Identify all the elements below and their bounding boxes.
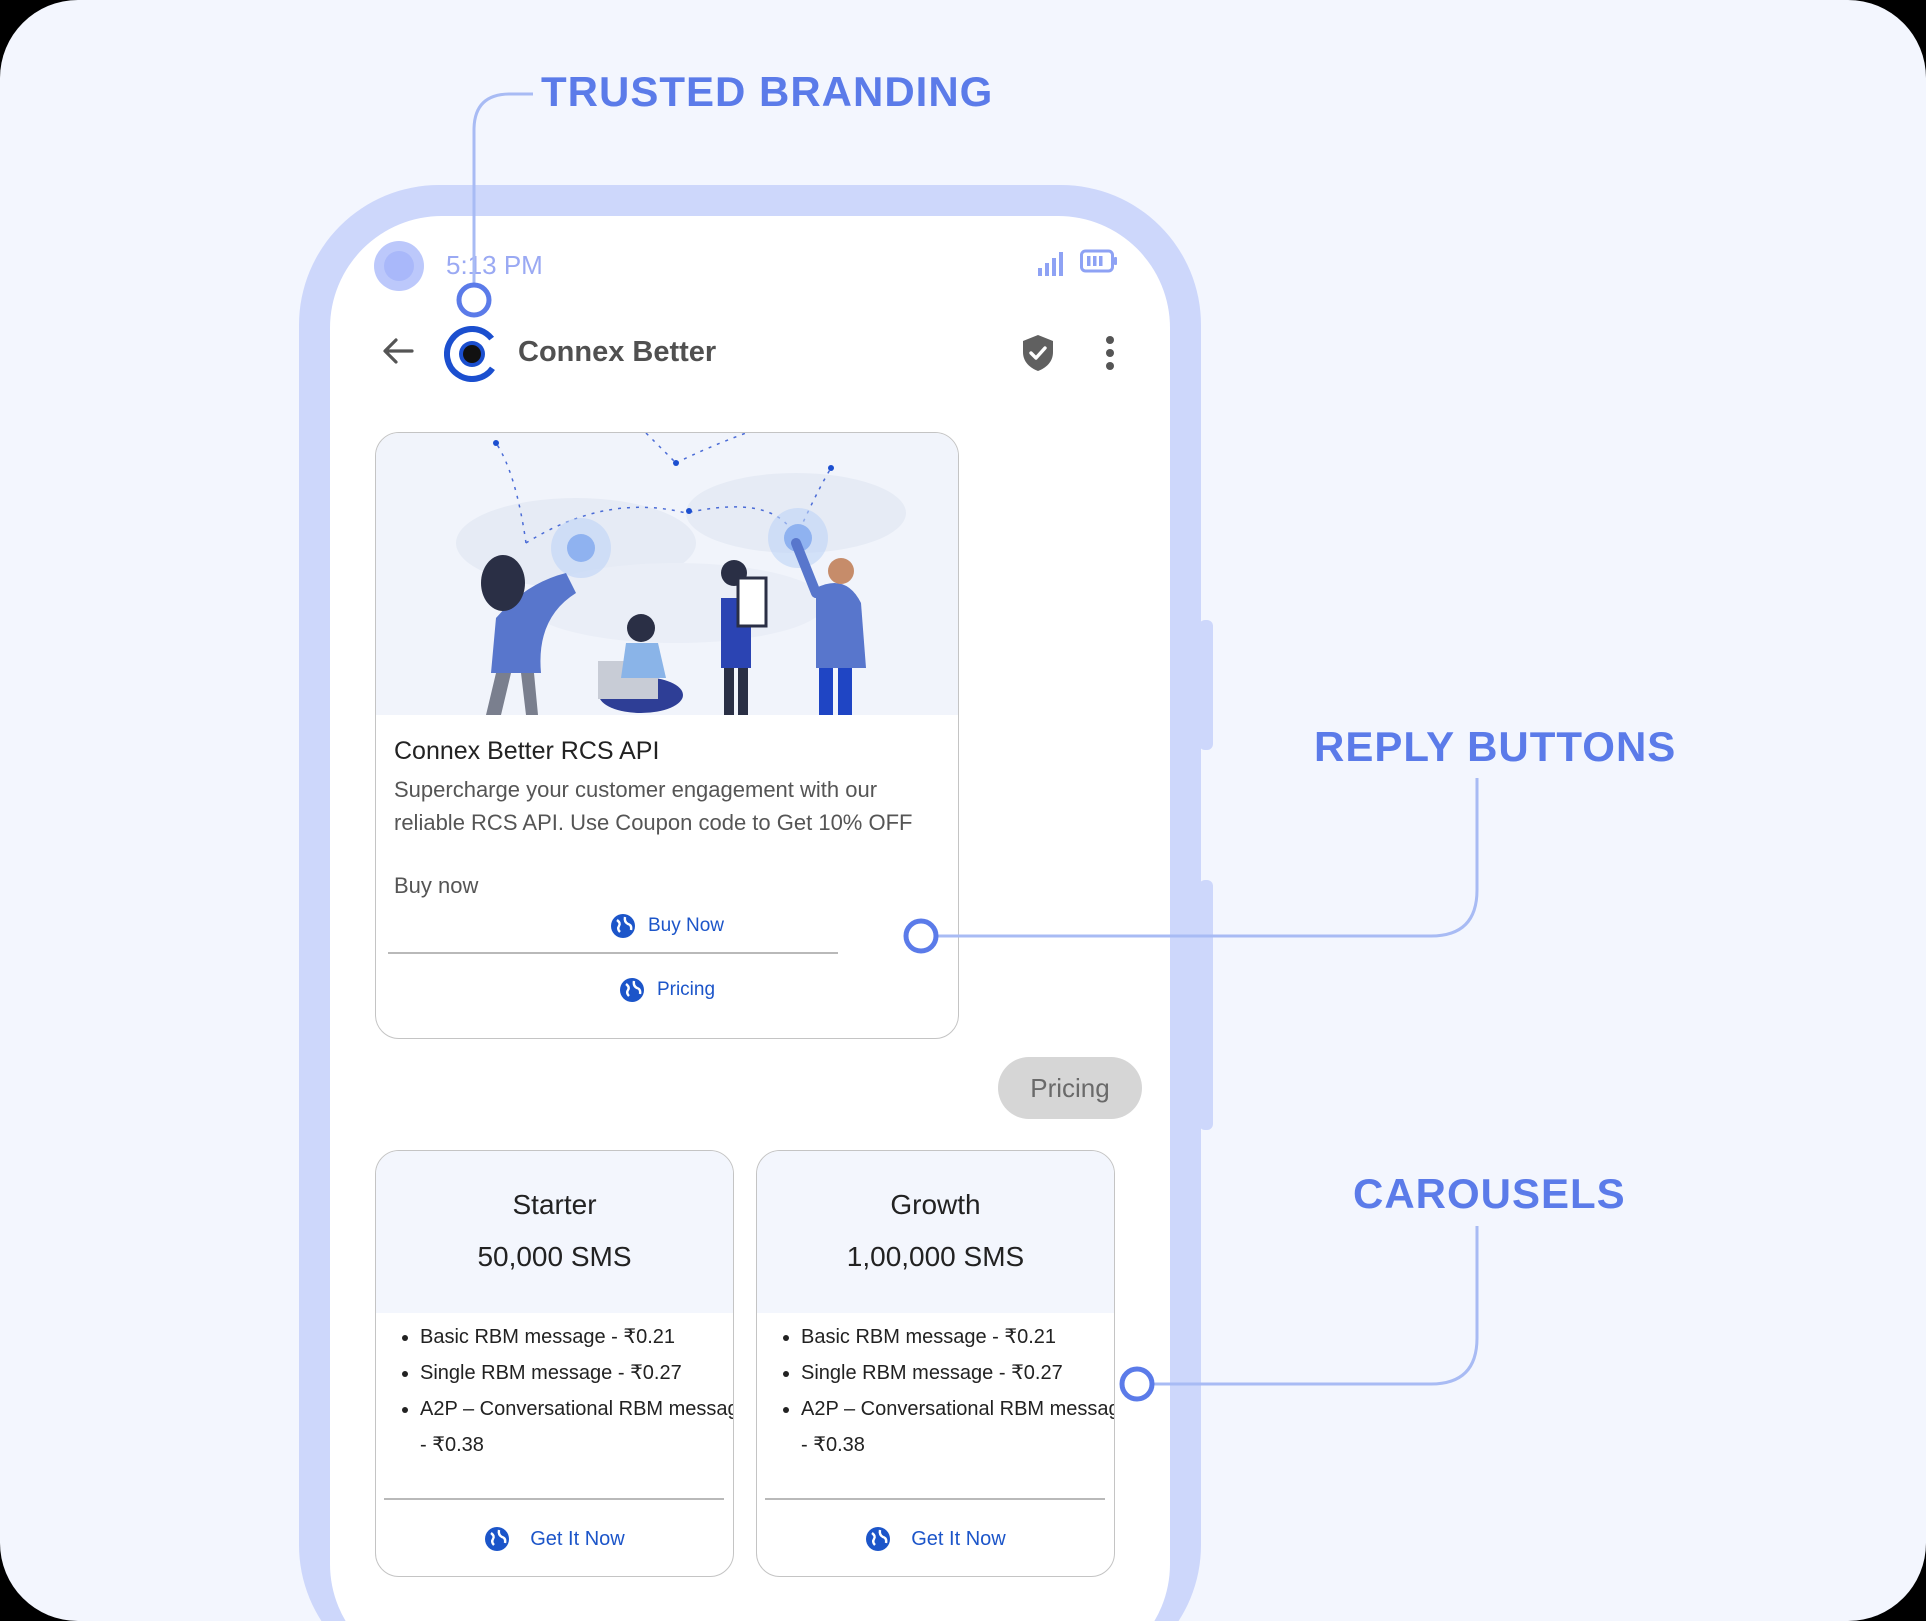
- carousel-card-starter: Starter 50,000 SMS Basic RBM message - ₹…: [375, 1150, 734, 1577]
- callout-carousels: CAROUSELS: [1353, 1170, 1626, 1217]
- phone-side-button: [1199, 620, 1213, 750]
- plan-divider: [765, 1498, 1105, 1500]
- status-time: 5:13 PM: [446, 250, 543, 280]
- rich-card-illustration: [376, 433, 958, 715]
- more-options-icon[interactable]: [1100, 332, 1120, 374]
- verified-shield-icon[interactable]: [1018, 332, 1058, 374]
- rich-card-subtext: Buy now: [394, 873, 479, 898]
- buy-now-button[interactable]: Buy Now: [376, 906, 958, 946]
- plan-feature: Basic RBM message - ₹0.21: [801, 1319, 1114, 1355]
- back-arrow-icon[interactable]: [378, 331, 418, 371]
- phone-volume-button: [1199, 880, 1213, 1130]
- plan-header: [376, 1151, 733, 1313]
- rich-card-divider: [388, 952, 838, 954]
- plan-header: [757, 1151, 1114, 1313]
- callout-trusted-branding: TRUSTED BRANDING: [541, 68, 994, 115]
- plan-quantity: 1,00,000 SMS: [846, 1241, 1025, 1272]
- buy-now-label: Buy Now: [647, 915, 725, 936]
- pricing-button[interactable]: Pricing: [376, 970, 958, 1010]
- pricing-label: Pricing: [656, 979, 716, 1000]
- rich-card-description: Supercharge your customer engagement wit…: [394, 777, 913, 835]
- globe-icon: [485, 1527, 510, 1551]
- globe-icon: [619, 978, 644, 1002]
- rich-card: Connex Better RCS API Supercharge your c…: [375, 432, 959, 1039]
- rich-card-title: Connex Better RCS API: [394, 737, 660, 765]
- get-it-now-button[interactable]: Get It Now: [376, 1519, 733, 1559]
- plan-feature: A2P – Conversational RBM message - ₹0.38: [801, 1391, 1114, 1463]
- plan-quantity: 50,000 SMS: [477, 1241, 632, 1272]
- brand-name: Connex Better: [518, 336, 717, 368]
- signal-icon: [1036, 248, 1066, 278]
- plan-feature-list: Basic RBM message - ₹0.21 Single RBM mes…: [386, 1319, 733, 1463]
- plan-feature: Single RBM message - ₹0.27: [801, 1355, 1114, 1391]
- plan-divider: [384, 1498, 724, 1500]
- brand-logo: [444, 326, 500, 382]
- plan-feature-list: Basic RBM message - ₹0.21 Single RBM mes…: [767, 1319, 1114, 1463]
- get-it-now-label: Get It Now: [911, 1527, 1006, 1550]
- plan-feature: Basic RBM message - ₹0.21: [420, 1319, 733, 1355]
- promo-canvas: TRUSTED BRANDING REPLY BUTTONS CAROUSELS…: [0, 0, 1926, 1621]
- camera-dot: [374, 241, 424, 291]
- globe-icon: [866, 1527, 891, 1551]
- get-it-now-button[interactable]: Get It Now: [757, 1519, 1114, 1559]
- reply-bubble-pricing: Pricing: [998, 1057, 1142, 1119]
- battery-icon: [1080, 248, 1118, 274]
- phone-screen: 5:13 PM Connex Better Connex Better RCS …: [330, 216, 1170, 1621]
- plan-feature: Single RBM message - ₹0.27: [420, 1355, 733, 1391]
- plan-feature: A2P – Conversational RBM message - ₹0.38: [420, 1391, 733, 1463]
- globe-icon: [610, 914, 635, 938]
- carousel-card-growth: Growth 1,00,000 SMS Basic RBM message - …: [756, 1150, 1115, 1577]
- callout-reply-buttons: REPLY BUTTONS: [1314, 723, 1677, 770]
- plan-name: Growth: [890, 1189, 981, 1220]
- plan-name: Starter: [512, 1189, 597, 1220]
- get-it-now-label: Get It Now: [530, 1527, 625, 1550]
